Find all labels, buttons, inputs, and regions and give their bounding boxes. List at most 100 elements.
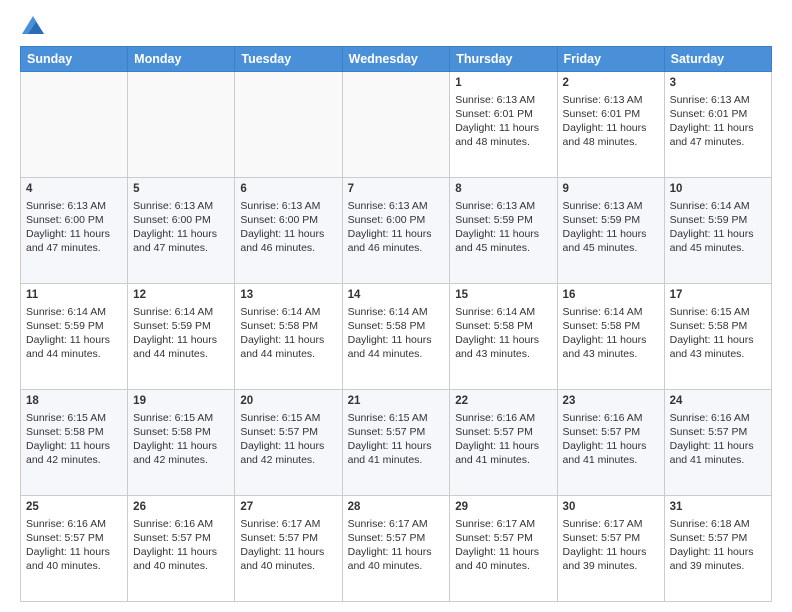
day-number: 23: [563, 394, 659, 410]
day-info-line: Sunset: 5:58 PM: [26, 425, 122, 439]
day-info-line: Sunrise: 6:15 AM: [133, 411, 229, 425]
day-cell: 23Sunrise: 6:16 AMSunset: 5:57 PMDayligh…: [557, 390, 664, 496]
day-info-line: Sunrise: 6:16 AM: [455, 411, 551, 425]
day-number: 25: [26, 500, 122, 516]
day-number: 14: [348, 288, 445, 304]
day-cell: 19Sunrise: 6:15 AMSunset: 5:58 PMDayligh…: [128, 390, 235, 496]
day-info-line: Sunrise: 6:13 AM: [670, 93, 766, 107]
day-cell: 24Sunrise: 6:16 AMSunset: 5:57 PMDayligh…: [664, 390, 771, 496]
day-number: 31: [670, 500, 766, 516]
day-number: 18: [26, 394, 122, 410]
day-info-line: Daylight: 11 hours and 44 minutes.: [348, 333, 445, 361]
day-info-line: Sunrise: 6:15 AM: [348, 411, 445, 425]
day-number: 8: [455, 182, 551, 198]
day-info-line: Sunrise: 6:14 AM: [670, 199, 766, 213]
day-info-line: Sunrise: 6:15 AM: [240, 411, 336, 425]
calendar-table: SundayMondayTuesdayWednesdayThursdayFrid…: [20, 46, 772, 602]
day-info-line: Sunrise: 6:15 AM: [670, 305, 766, 319]
day-info-line: Sunrise: 6:13 AM: [563, 199, 659, 213]
day-info-line: Daylight: 11 hours and 42 minutes.: [26, 439, 122, 467]
day-cell: [342, 72, 450, 178]
day-info-line: Sunset: 5:57 PM: [240, 425, 336, 439]
day-number: 15: [455, 288, 551, 304]
day-number: 19: [133, 394, 229, 410]
day-info-line: Daylight: 11 hours and 45 minutes.: [563, 227, 659, 255]
day-info-line: Sunset: 5:58 PM: [670, 319, 766, 333]
day-info-line: Daylight: 11 hours and 42 minutes.: [240, 439, 336, 467]
day-number: 6: [240, 182, 336, 198]
weekday-saturday: Saturday: [664, 47, 771, 72]
weekday-tuesday: Tuesday: [235, 47, 342, 72]
day-info-line: Daylight: 11 hours and 45 minutes.: [455, 227, 551, 255]
day-info-line: Daylight: 11 hours and 40 minutes.: [133, 545, 229, 573]
day-info-line: Sunrise: 6:13 AM: [348, 199, 445, 213]
day-info-line: Sunrise: 6:14 AM: [26, 305, 122, 319]
day-info-line: Sunset: 5:59 PM: [133, 319, 229, 333]
day-info-line: Sunrise: 6:14 AM: [133, 305, 229, 319]
day-number: 24: [670, 394, 766, 410]
page: SundayMondayTuesdayWednesdayThursdayFrid…: [0, 0, 792, 612]
weekday-friday: Friday: [557, 47, 664, 72]
day-cell: 17Sunrise: 6:15 AMSunset: 5:58 PMDayligh…: [664, 284, 771, 390]
day-number: 26: [133, 500, 229, 516]
day-number: 28: [348, 500, 445, 516]
day-info-line: Daylight: 11 hours and 44 minutes.: [133, 333, 229, 361]
day-info-line: Sunset: 5:57 PM: [455, 425, 551, 439]
day-info-line: Sunset: 5:58 PM: [133, 425, 229, 439]
day-info-line: Sunrise: 6:13 AM: [455, 199, 551, 213]
day-info-line: Sunset: 6:01 PM: [455, 107, 551, 121]
day-cell: 3Sunrise: 6:13 AMSunset: 6:01 PMDaylight…: [664, 72, 771, 178]
day-number: 17: [670, 288, 766, 304]
day-number: 4: [26, 182, 122, 198]
day-info-line: Sunrise: 6:13 AM: [455, 93, 551, 107]
day-info-line: Daylight: 11 hours and 42 minutes.: [133, 439, 229, 467]
day-info-line: Sunrise: 6:17 AM: [240, 517, 336, 531]
day-info-line: Sunrise: 6:13 AM: [240, 199, 336, 213]
day-number: 16: [563, 288, 659, 304]
day-cell: 12Sunrise: 6:14 AMSunset: 5:59 PMDayligh…: [128, 284, 235, 390]
day-cell: 11Sunrise: 6:14 AMSunset: 5:59 PMDayligh…: [21, 284, 128, 390]
day-info-line: Daylight: 11 hours and 41 minutes.: [455, 439, 551, 467]
day-info-line: Daylight: 11 hours and 43 minutes.: [455, 333, 551, 361]
week-row-3: 11Sunrise: 6:14 AMSunset: 5:59 PMDayligh…: [21, 284, 772, 390]
day-info-line: Sunset: 5:57 PM: [670, 531, 766, 545]
day-info-line: Sunrise: 6:13 AM: [26, 199, 122, 213]
week-row-1: 1Sunrise: 6:13 AMSunset: 6:01 PMDaylight…: [21, 72, 772, 178]
day-info-line: Sunrise: 6:13 AM: [563, 93, 659, 107]
day-info-line: Daylight: 11 hours and 46 minutes.: [240, 227, 336, 255]
day-info-line: Daylight: 11 hours and 43 minutes.: [670, 333, 766, 361]
day-cell: 9Sunrise: 6:13 AMSunset: 5:59 PMDaylight…: [557, 178, 664, 284]
day-info-line: Sunset: 5:58 PM: [455, 319, 551, 333]
day-number: 13: [240, 288, 336, 304]
day-info-line: Sunrise: 6:17 AM: [348, 517, 445, 531]
day-cell: 26Sunrise: 6:16 AMSunset: 5:57 PMDayligh…: [128, 496, 235, 602]
day-number: 2: [563, 76, 659, 92]
day-info-line: Daylight: 11 hours and 41 minutes.: [348, 439, 445, 467]
day-info-line: Daylight: 11 hours and 39 minutes.: [563, 545, 659, 573]
day-info-line: Sunset: 6:00 PM: [240, 213, 336, 227]
day-info-line: Daylight: 11 hours and 40 minutes.: [348, 545, 445, 573]
day-number: 27: [240, 500, 336, 516]
day-info-line: Daylight: 11 hours and 41 minutes.: [563, 439, 659, 467]
day-info-line: Sunset: 6:01 PM: [563, 107, 659, 121]
day-info-line: Sunrise: 6:14 AM: [455, 305, 551, 319]
day-info-line: Sunset: 6:00 PM: [26, 213, 122, 227]
weekday-wednesday: Wednesday: [342, 47, 450, 72]
day-number: 5: [133, 182, 229, 198]
day-cell: 6Sunrise: 6:13 AMSunset: 6:00 PMDaylight…: [235, 178, 342, 284]
day-info-line: Sunset: 5:57 PM: [348, 531, 445, 545]
day-info-line: Sunset: 5:57 PM: [133, 531, 229, 545]
day-info-line: Daylight: 11 hours and 41 minutes.: [670, 439, 766, 467]
day-number: 10: [670, 182, 766, 198]
weekday-monday: Monday: [128, 47, 235, 72]
day-number: 11: [26, 288, 122, 304]
day-info-line: Daylight: 11 hours and 40 minutes.: [455, 545, 551, 573]
day-cell: [128, 72, 235, 178]
day-cell: 18Sunrise: 6:15 AMSunset: 5:58 PMDayligh…: [21, 390, 128, 496]
day-number: 3: [670, 76, 766, 92]
day-cell: 5Sunrise: 6:13 AMSunset: 6:00 PMDaylight…: [128, 178, 235, 284]
day-info-line: Sunset: 5:58 PM: [240, 319, 336, 333]
day-cell: 14Sunrise: 6:14 AMSunset: 5:58 PMDayligh…: [342, 284, 450, 390]
day-info-line: Daylight: 11 hours and 40 minutes.: [26, 545, 122, 573]
day-cell: 1Sunrise: 6:13 AMSunset: 6:01 PMDaylight…: [450, 72, 557, 178]
